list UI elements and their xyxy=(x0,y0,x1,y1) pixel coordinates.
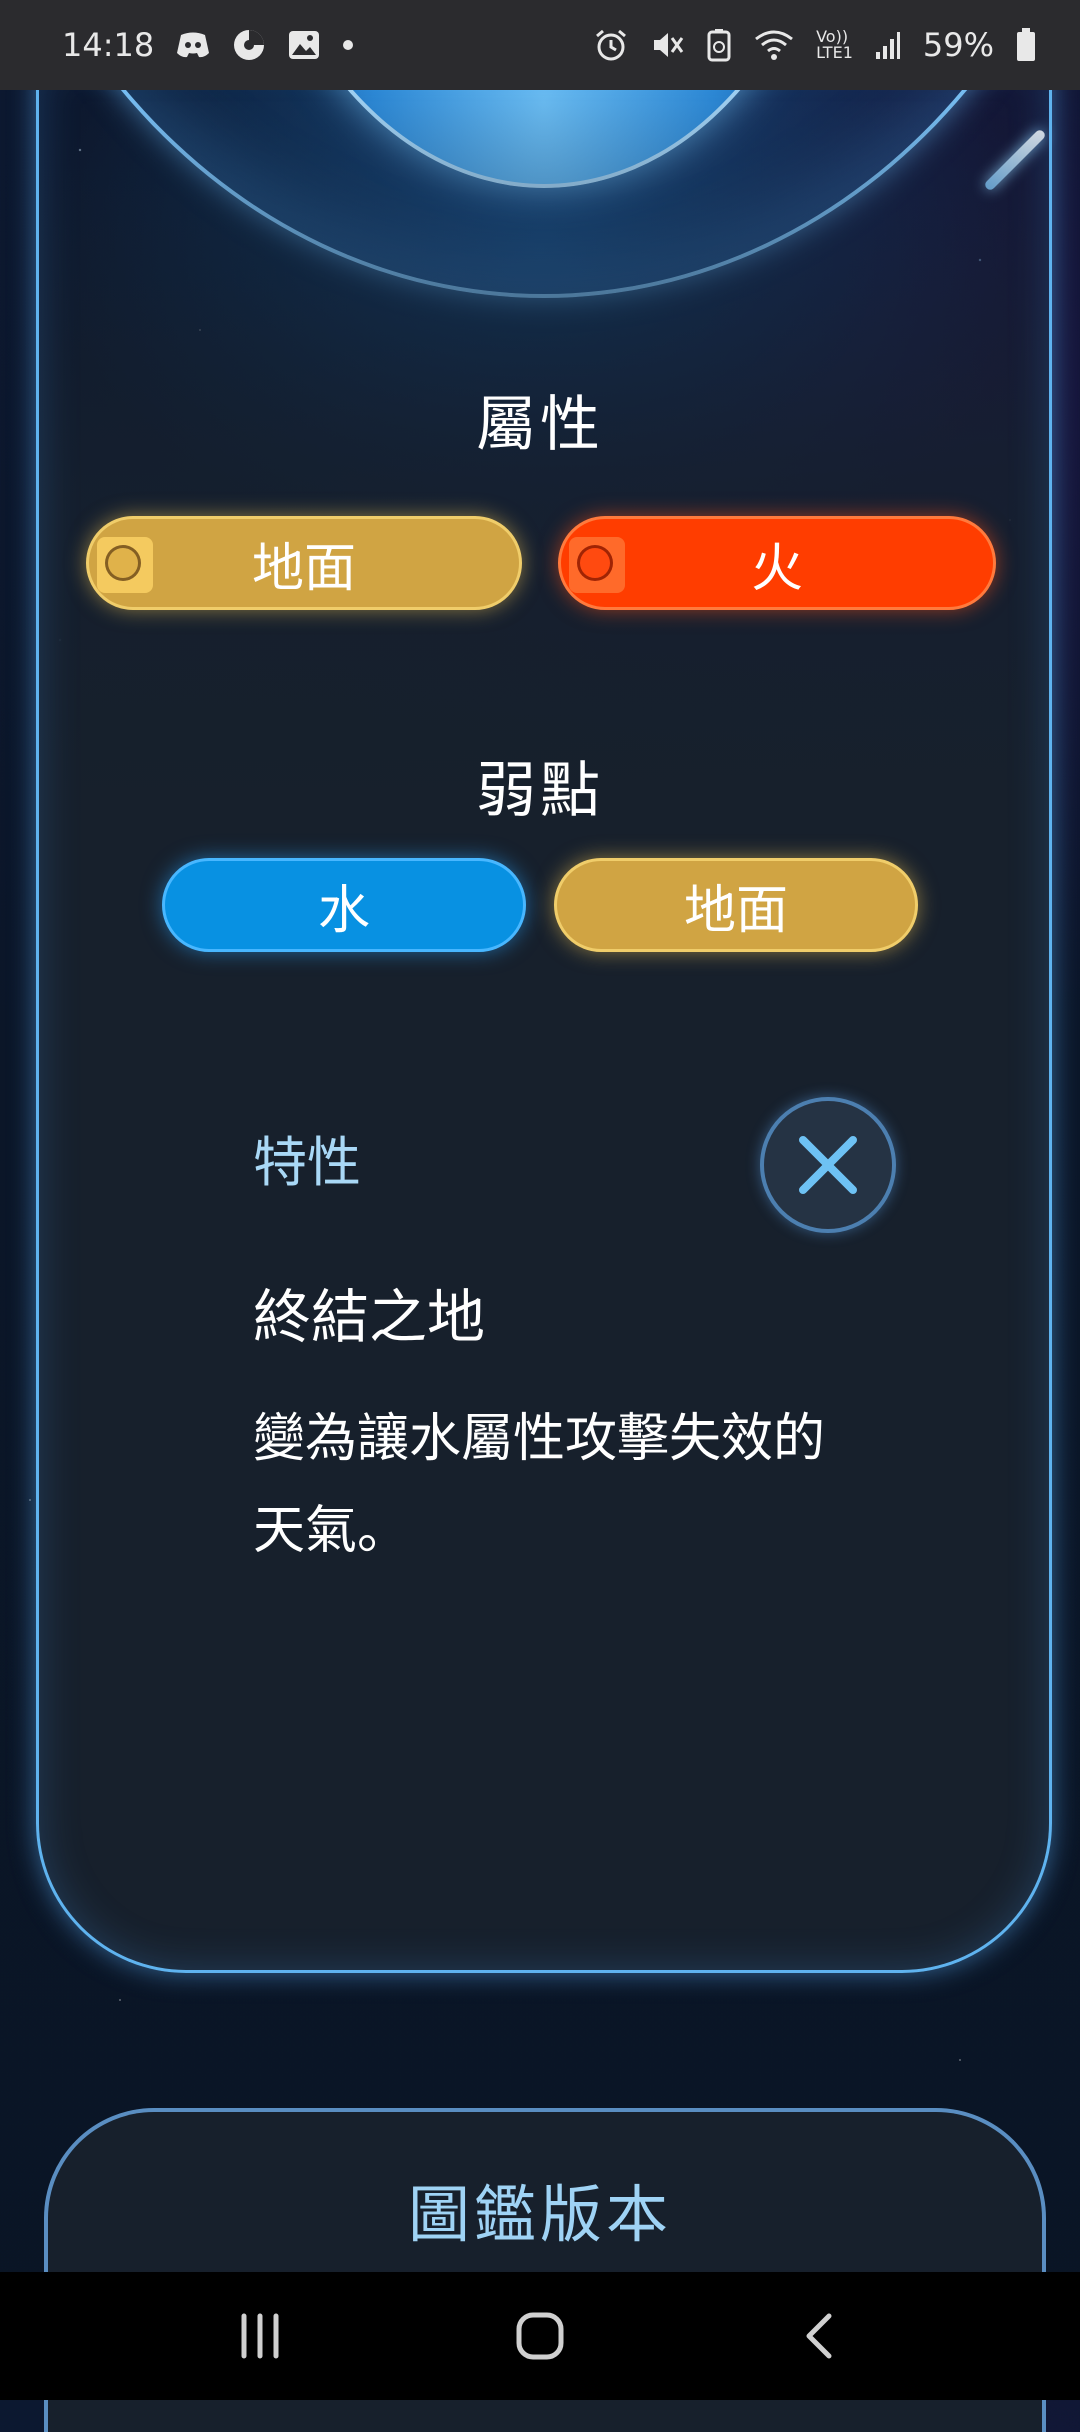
volte-lte-icon: Vo)) LTE1 xyxy=(816,29,853,61)
ground-type-icon xyxy=(97,537,153,593)
fire-type-icon xyxy=(569,537,625,593)
close-button[interactable] xyxy=(760,1097,896,1233)
media-icon xyxy=(232,28,266,62)
weakness-badge-ground[interactable]: 地面 xyxy=(554,858,918,952)
signal-icon xyxy=(875,30,901,60)
weakness-title: 弱點 xyxy=(476,756,604,826)
battery-percent: 59% xyxy=(922,26,994,64)
alarm-icon xyxy=(594,28,628,62)
gallery-icon xyxy=(288,30,320,60)
types-title: 屬性 xyxy=(476,390,604,460)
recent-apps-button[interactable] xyxy=(205,2286,315,2386)
vibrate-mute-icon xyxy=(650,28,684,62)
wifi-icon xyxy=(754,29,794,61)
ability-description: 變為讓水屬性攻擊失效的天氣。 xyxy=(253,1409,826,1561)
dot-icon xyxy=(342,39,354,51)
navigation-bar xyxy=(0,2272,1080,2400)
close-icon xyxy=(799,1136,857,1194)
network-label-bottom: LTE1 xyxy=(816,43,853,62)
status-bar: 14:18 Vo)) LTE1 59% xyxy=(0,0,1080,90)
back-button[interactable] xyxy=(765,2286,875,2386)
type-label: 地面 xyxy=(251,538,356,599)
recent-apps-icon xyxy=(241,2313,279,2359)
dex-version-title: 圖鑑版本 xyxy=(407,2178,672,2251)
battery-saver-icon xyxy=(706,28,732,62)
detail-card xyxy=(36,60,1052,1973)
type-badge-fire[interactable]: 火 xyxy=(558,516,996,610)
back-icon xyxy=(806,2313,832,2359)
weakness-label: 水 xyxy=(317,880,370,941)
ability-name: 終結之地 xyxy=(253,1283,486,1351)
discord-icon xyxy=(176,31,210,59)
home-icon xyxy=(516,2312,564,2360)
type-badge-ground[interactable]: 地面 xyxy=(86,516,522,610)
weakness-label: 地面 xyxy=(683,880,788,941)
status-time: 14:18 xyxy=(62,26,155,64)
type-label: 火 xyxy=(750,538,803,599)
weakness-badge-water[interactable]: 水 xyxy=(162,858,526,952)
battery-icon xyxy=(1016,28,1036,62)
ability-label: 特性 xyxy=(253,1131,361,1194)
home-button[interactable] xyxy=(485,2286,595,2386)
